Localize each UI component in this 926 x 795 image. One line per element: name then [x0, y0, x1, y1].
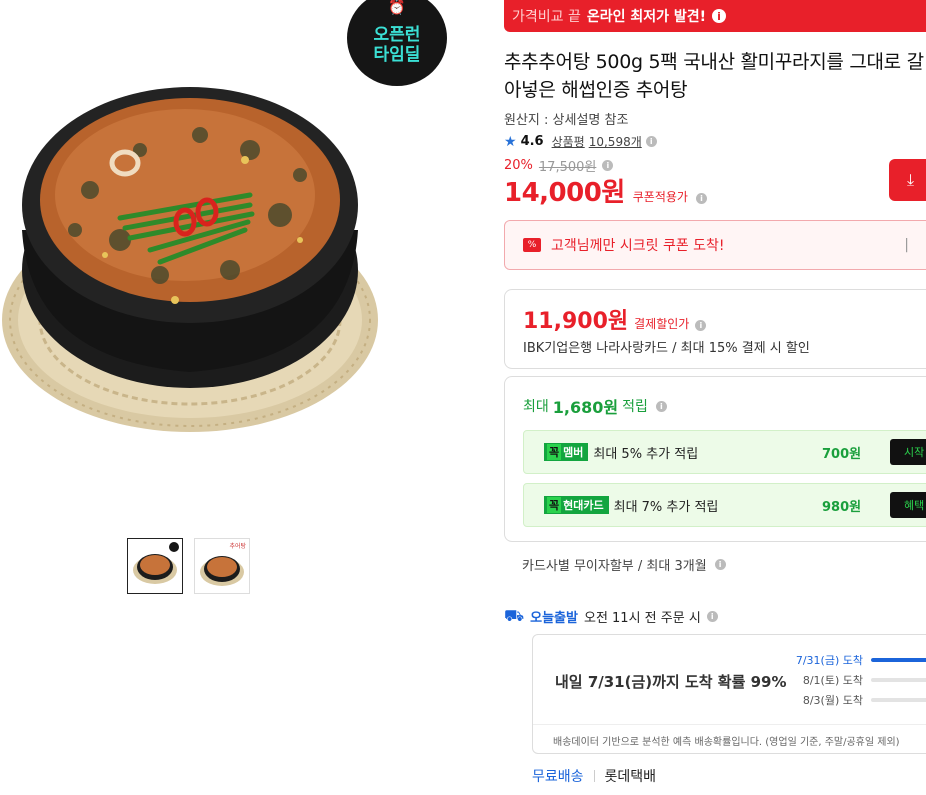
rating-row: ★ 4.6 상품평 10,598개 i — [504, 133, 657, 150]
reward-benefit-button[interactable]: 혜택 — [890, 492, 926, 518]
installment-text: 카드사별 무이자할부 / 최대 3개월 — [522, 559, 707, 574]
badge-line1: 오픈런 — [373, 25, 421, 44]
card-discount-price: 11,900원 — [523, 309, 629, 334]
today-ship-label: 오늘출발 — [530, 611, 578, 626]
review-link-label[interactable]: 상품평 — [552, 133, 585, 150]
star-icon: ★ — [504, 133, 517, 150]
reward-prefix: 최대 — [523, 399, 549, 415]
badge-part-b: 멤버 — [563, 446, 584, 459]
carrier-name: 롯데택배 — [604, 769, 657, 785]
coupon-icon: % — [523, 238, 541, 252]
reward-item-member: 꼭 멤버 최대 5% 추가 적립 700원 시작 — [523, 430, 926, 474]
reward-item-amount: 700원 — [822, 446, 862, 462]
info-icon[interactable]: i — [714, 559, 726, 570]
reward-amount: 1,680원 — [552, 398, 619, 417]
info-icon[interactable]: i — [655, 400, 667, 412]
forecast-item: 8/3(월) 도착 — [769, 690, 926, 710]
reward-item-text: 최대 5% 추가 적립 — [593, 446, 699, 462]
alarm-clock-icon: ⏰ — [388, 0, 406, 16]
secret-coupon-banner[interactable]: % 고객님께만 시크릿 쿠폰 도착! | — [504, 220, 926, 270]
card-discount-box: 11,900원 결제할인가 i IBK기업은행 나라사랑카드 / 최대 15% … — [504, 289, 926, 369]
shipping-row: 무료배송 롯데택배 — [532, 766, 656, 786]
delivery-forecast-box: 내일 7/31(금)까지 도착 확률 99% 7/31(금) 도착 8/1(토)… — [532, 634, 926, 754]
installment-info: 카드사별 무이자할부 / 최대 3개월 i — [522, 555, 726, 574]
forecast-label: 7/31(금) 도착 — [795, 654, 863, 667]
secret-coupon-text: 고객님께만 시크릿 쿠폰 도착! — [551, 238, 725, 254]
info-icon[interactable]: i — [695, 320, 707, 331]
forecast-bar — [871, 698, 926, 702]
thumbnail-list: 추어탕 — [127, 538, 250, 594]
info-icon[interactable]: i — [602, 160, 614, 171]
download-icon: ⤓ — [907, 170, 915, 189]
promo-prefix: 가격비교 끝 — [512, 9, 581, 25]
reward-start-button[interactable]: 시작 — [890, 439, 926, 465]
forecast-footnote: 배송데이터 기반으로 분석한 예측 배송확률입니다. (영업일 기준, 주말/공… — [533, 724, 926, 748]
reward-box: 최대 1,680원 적립 i 꼭 멤버 최대 5% 추가 적립 700원 시작 … — [504, 376, 926, 542]
badge-part-b: 현대카드 — [563, 499, 604, 512]
reward-item-hyundai-card: 꼭 현대카드 최대 7% 추가 적립 980원 혜택 — [523, 483, 926, 527]
truck-icon: ⛟ — [504, 606, 525, 625]
lowest-price-banner[interactable]: 가격비교 끝 온라인 최저가 발견! i — [504, 0, 926, 32]
coupon-download-button[interactable]: ⤓ — [889, 159, 926, 201]
forecast-item: 8/1(토) 도착 — [769, 670, 926, 690]
kkok-member-badge: 꼭 멤버 — [544, 443, 589, 461]
card-price-row: 11,900원 결제할인가 i — [523, 303, 707, 335]
info-icon[interactable]: i — [695, 193, 707, 204]
reward-item-text: 최대 7% 추가 적립 — [613, 499, 719, 515]
price-row: 14,000원 쿠폰적용가 i — [504, 172, 707, 209]
final-price: 14,000원 — [504, 178, 625, 208]
review-count[interactable]: 10,598개 — [589, 133, 642, 150]
discount-rate: 20% — [504, 158, 533, 173]
badge-line2: 타임딜 — [373, 45, 421, 64]
rating-value: 4.6 — [520, 134, 544, 149]
coupon-price-label: 쿠폰적용가 — [632, 190, 688, 204]
card-discount-desc: IBK기업은행 나라사랑카드 / 최대 15% 결제 시 할인 — [523, 341, 810, 356]
product-origin: 원산지 : 상세설명 참조 — [504, 113, 629, 128]
card-discount-label: 결제할인가 — [634, 317, 690, 331]
reward-item-amount: 980원 — [822, 499, 862, 515]
thumbnail-badge: 추어탕 — [229, 543, 246, 550]
badge-part-a: 꼭 — [547, 497, 562, 513]
chevron-right-icon: | — [904, 237, 909, 253]
forecast-main: 내일 7/31(금)까지 도착 확률 99% — [555, 673, 787, 691]
delivery-note: 오전 11시 전 주문 시 — [583, 611, 701, 626]
info-icon[interactable]: i — [645, 136, 657, 147]
info-icon[interactable]: i — [706, 611, 718, 622]
info-icon[interactable]: i — [712, 9, 727, 23]
forecast-bar — [871, 658, 926, 662]
forecast-bar — [871, 678, 926, 682]
reward-head: 최대 1,680원 적립 i — [523, 394, 667, 418]
free-shipping-label: 무료배송 — [532, 769, 584, 785]
thumbnail-1[interactable] — [127, 538, 183, 594]
product-info-panel: 가격비교 끝 온라인 최저가 발견! i 추추추어탕 500g 5팩 국내산 활… — [504, 0, 926, 795]
product-title: 추추추어탕 500g 5팩 국내산 활미꾸라지를 그대로 갈아넣은 해썹인증 추… — [504, 51, 924, 101]
forecast-bar-fill — [871, 658, 926, 662]
kkok-card-badge: 꼭 현대카드 — [544, 496, 609, 514]
thumbnail-2[interactable]: 추어탕 — [194, 538, 250, 594]
badge-part-a: 꼭 — [547, 444, 562, 460]
forecast-item: 7/31(금) 도착 — [769, 650, 926, 670]
delivery-head: ⛟ 오늘출발 오전 11시 전 주문 시 i — [504, 606, 718, 627]
forecast-label: 8/3(월) 도착 — [802, 694, 863, 707]
forecast-label: 8/1(토) 도착 — [802, 674, 863, 687]
divider — [593, 770, 595, 782]
forecast-list: 7/31(금) 도착 8/1(토) 도착 8/3(월) 도착 — [769, 650, 926, 710]
reward-suffix: 적립 — [622, 399, 648, 415]
promo-highlight: 온라인 최저가 발견! — [586, 9, 707, 25]
